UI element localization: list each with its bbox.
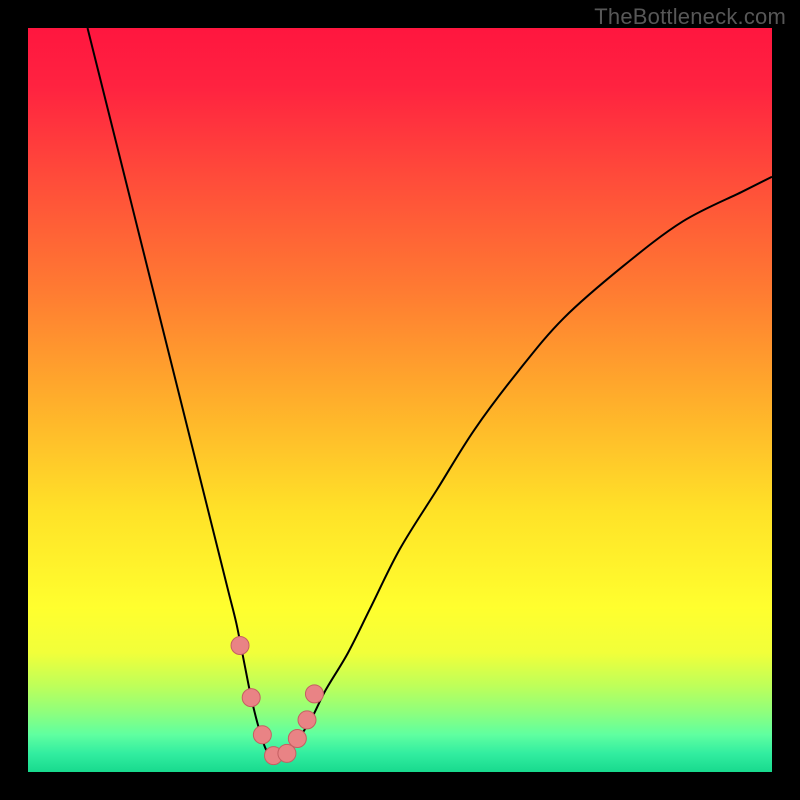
outer-frame: TheBottleneck.com	[0, 0, 800, 800]
curve-marker	[298, 711, 316, 729]
curve-marker	[231, 637, 249, 655]
curve-marker	[305, 685, 323, 703]
bottleneck-chart	[28, 28, 772, 772]
curve-marker	[288, 730, 306, 748]
plot-area	[28, 28, 772, 772]
curve-marker	[253, 726, 271, 744]
curve-marker	[278, 744, 296, 762]
curve-marker	[242, 689, 260, 707]
gradient-background	[28, 28, 772, 772]
watermark-text: TheBottleneck.com	[594, 4, 786, 30]
